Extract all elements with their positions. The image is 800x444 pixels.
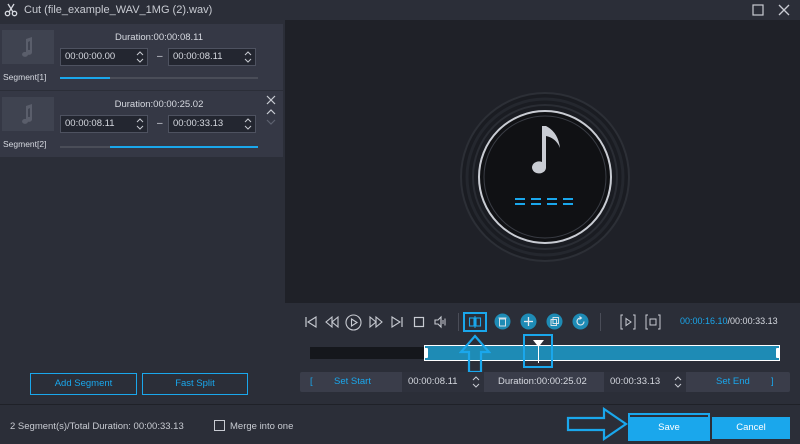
segment-end-value: 00:00:08.11	[173, 51, 223, 62]
segment-start-value: 00:00:08.11	[65, 118, 115, 129]
segment-thumbnail	[2, 97, 54, 131]
close-icon[interactable]	[776, 2, 792, 18]
segment-list-panel: Segment[1] Duration:00:00:08.11 00:00:00…	[0, 20, 283, 404]
range-dash: –	[157, 118, 163, 129]
cancel-button[interactable]: Cancel	[712, 417, 790, 439]
arrow-up-icon	[459, 334, 491, 374]
set-start-time: 00:00:08.11	[408, 376, 458, 387]
play-segment-icon[interactable]	[620, 314, 636, 330]
maximize-icon[interactable]	[750, 2, 766, 18]
close-bracket: ]	[771, 376, 774, 387]
set-end-time: 00:00:33.13	[610, 376, 661, 387]
open-bracket: [	[310, 376, 313, 387]
merge-checkbox[interactable]	[214, 420, 225, 431]
save-button[interactable]: Save	[630, 417, 708, 439]
move-up-icon[interactable]	[266, 107, 276, 117]
range-dash: –	[157, 51, 163, 62]
segment-end-field[interactable]: 00:00:08.11	[168, 48, 256, 66]
footer-bar: 2 Segment(s)/Total Duration: 00:00:33.13…	[0, 404, 800, 444]
selection-end-handle[interactable]	[776, 348, 780, 358]
segment-summary: 2 Segment(s)/Total Duration: 00:00:33.13	[10, 421, 184, 432]
delete-segment-icon[interactable]	[266, 95, 276, 105]
segment-start-value: 00:00:00.00	[65, 51, 116, 62]
reset-icon[interactable]	[572, 313, 589, 330]
spin-arrows-icon[interactable]	[472, 374, 480, 390]
spin-arrows-icon[interactable]	[244, 49, 252, 65]
spin-arrows-icon[interactable]	[136, 116, 144, 132]
controls-separator	[600, 313, 601, 331]
delete-icon[interactable]	[494, 313, 511, 330]
selection-start-handle[interactable]	[424, 348, 428, 358]
segment-item[interactable]: Segment[1] Duration:00:00:08.11 00:00:00…	[0, 24, 283, 90]
fast-split-button[interactable]: Fast Split	[142, 373, 248, 395]
scissors-icon	[4, 3, 18, 17]
fast-forward-icon[interactable]	[369, 315, 383, 329]
spin-arrows-icon[interactable]	[674, 374, 682, 390]
segment-duration: Duration:00:00:25.02	[114, 99, 204, 110]
set-end-button[interactable]: Set End	[716, 376, 750, 387]
skip-to-end-icon[interactable]	[390, 315, 404, 329]
set-start-time-field[interactable]: 00:00:08.11	[402, 372, 484, 392]
add-segment-button[interactable]: Add Segment	[30, 373, 137, 395]
spin-arrows-icon[interactable]	[244, 116, 252, 132]
segment-start-field[interactable]: 00:00:00.00	[60, 48, 148, 66]
playhead-highlight-box	[523, 334, 553, 368]
copy-icon[interactable]	[546, 313, 563, 330]
segment-end-value: 00:00:33.13	[173, 118, 224, 129]
range-duration: Duration:00:00:25.02	[498, 376, 587, 387]
set-start-button[interactable]: Set Start	[334, 376, 371, 387]
time-readout: 00:00:16.10/00:00:33.13	[680, 316, 778, 326]
segment-end-field[interactable]: 00:00:33.13	[168, 115, 256, 133]
play-icon[interactable]	[345, 314, 362, 331]
volume-icon[interactable]	[434, 315, 448, 329]
segment-duration: Duration:00:00:08.11	[114, 32, 204, 43]
segment-label: Segment[1]	[3, 72, 47, 82]
segment-range-fill	[109, 146, 258, 148]
spin-arrows-icon[interactable]	[136, 49, 144, 65]
segment-item[interactable]: Segment[2] Duration:00:00:25.02 00:00:08…	[0, 91, 283, 157]
title-bar: Cut (file_example_WAV_1MG (2).wav)	[0, 0, 800, 20]
move-down-icon[interactable]	[266, 117, 276, 127]
window-title: Cut (file_example_WAV_1MG (2).wav)	[24, 4, 213, 16]
add-icon[interactable]	[520, 313, 537, 330]
split-icon[interactable]	[468, 315, 482, 329]
stop-icon[interactable]	[412, 315, 426, 329]
segment-label: Segment[2]	[3, 139, 47, 149]
skip-to-start-icon[interactable]	[304, 315, 318, 329]
merge-label[interactable]: Merge into one	[230, 421, 293, 432]
controls-separator	[458, 313, 459, 331]
current-time: 00:00:16.10	[680, 316, 728, 326]
music-note-icon	[22, 37, 33, 57]
segment-thumbnail	[2, 30, 54, 64]
set-end-time-field[interactable]: 00:00:33.13	[604, 372, 686, 392]
audio-disc-icon	[460, 92, 630, 262]
total-time: /00:00:33.13	[727, 316, 778, 326]
music-note-icon	[22, 104, 33, 124]
segment-range-fill	[60, 77, 110, 79]
arrow-right-icon	[566, 407, 628, 441]
stop-segment-icon[interactable]	[645, 314, 661, 330]
segment-start-field[interactable]: 00:00:08.11	[60, 115, 148, 133]
rewind-icon[interactable]	[325, 315, 339, 329]
